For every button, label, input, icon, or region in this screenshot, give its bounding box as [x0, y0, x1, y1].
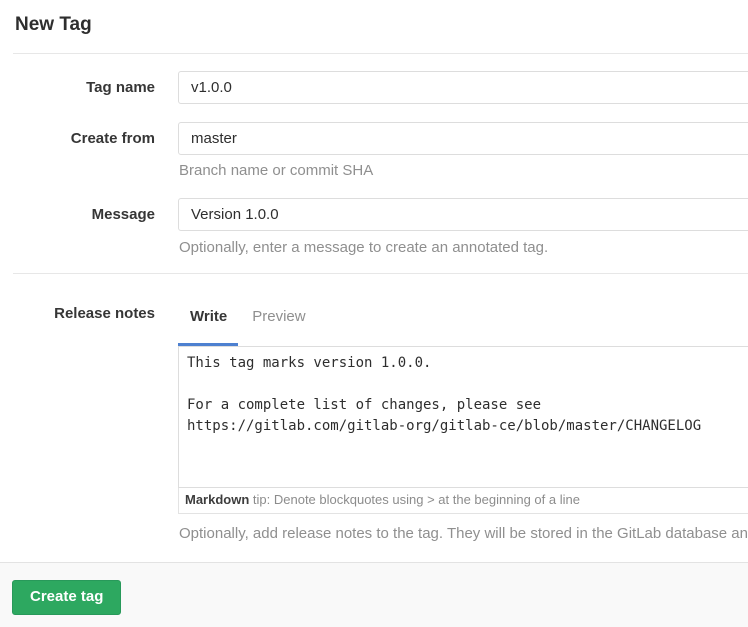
message-help: Optionally, enter a message to create an… — [179, 239, 748, 257]
new-tag-page: New Tag Tag name Create from Branch name… — [0, 13, 748, 627]
tab-preview[interactable]: Preview — [252, 307, 305, 326]
markdown-editor-tabs: Write Preview — [178, 297, 748, 326]
active-tab-indicator — [178, 343, 238, 346]
release-notes-help: Optionally, add release notes to the tag… — [179, 525, 748, 543]
markdown-editor: This tag marks version 1.0.0. For a comp… — [178, 346, 748, 514]
release-notes-textarea[interactable]: This tag marks version 1.0.0. For a comp… — [178, 346, 748, 488]
page-title: New Tag — [15, 13, 748, 37]
form-row-tag-name: Tag name — [0, 71, 748, 104]
section-divider — [13, 273, 748, 274]
tag-name-input[interactable] — [178, 71, 748, 104]
message-label: Message — [0, 198, 155, 224]
markdown-tip-keyword: Markdown — [185, 492, 249, 507]
form-actions: Create tag — [0, 562, 748, 627]
tag-name-label: Tag name — [0, 71, 155, 97]
header-divider — [13, 53, 748, 54]
form-row-release-notes: Release notes Write Preview This tag mar… — [0, 297, 748, 543]
create-from-input[interactable] — [178, 122, 748, 155]
message-input[interactable] — [178, 198, 748, 231]
new-tag-form: Tag name Create from Branch name or comm… — [0, 71, 748, 543]
release-notes-label: Release notes — [0, 297, 155, 323]
form-row-create-from: Create from Branch name or commit SHA — [0, 122, 748, 180]
create-tag-button[interactable]: Create tag — [12, 580, 121, 615]
markdown-tip-text: tip: Denote blockquotes using > at the b… — [249, 492, 580, 507]
create-from-label: Create from — [0, 122, 155, 148]
markdown-tip-bar: Markdown tip: Denote blockquotes using >… — [178, 488, 748, 514]
form-row-message: Message Optionally, enter a message to c… — [0, 198, 748, 257]
create-from-help: Branch name or commit SHA — [179, 162, 748, 180]
tab-write[interactable]: Write — [190, 307, 227, 326]
